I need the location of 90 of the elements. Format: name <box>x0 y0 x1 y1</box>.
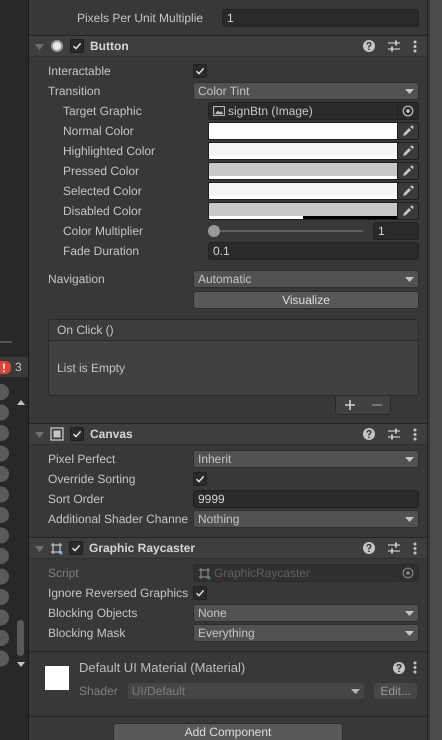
enable-checkbox[interactable] <box>70 427 84 441</box>
field-label: Selected Color <box>63 184 143 198</box>
component-header[interactable]: Canvas <box>29 424 427 445</box>
eyedropper-icon[interactable] <box>402 165 414 177</box>
help-icon[interactable] <box>363 40 375 52</box>
preset-icon[interactable] <box>387 40 401 52</box>
field-label: Pixels Per Unit Multiplie <box>77 11 204 25</box>
dropdown[interactable]: Nothing <box>193 510 419 528</box>
help-icon[interactable] <box>363 542 375 554</box>
empty-list-text: List is Empty <box>57 361 126 375</box>
object-field[interactable]: signBtn (Image) <box>208 102 419 120</box>
field-label: Additional Shader Channe <box>48 512 190 526</box>
image-icon <box>213 106 225 116</box>
component-header[interactable]: Button <box>29 36 427 57</box>
material-title: Default UI Material (Material) <box>79 660 246 675</box>
help-icon[interactable] <box>363 428 375 440</box>
color-field[interactable] <box>208 122 419 140</box>
field-label: Pixel Perfect <box>48 452 116 466</box>
dropdown[interactable]: Everything <box>193 624 419 642</box>
slider-thumb[interactable] <box>208 225 220 237</box>
field-label: Blocking Mask <box>48 626 126 640</box>
enable-checkbox[interactable] <box>70 39 84 53</box>
visualize-button[interactable]: Visualize <box>193 291 419 309</box>
shader-label: Shader <box>79 684 118 698</box>
field-label: Color Multiplier <box>63 224 144 238</box>
color-field[interactable] <box>208 182 419 200</box>
preset-icon[interactable] <box>387 542 401 554</box>
field-label: Script <box>48 566 80 580</box>
event-header: On Click () <box>48 319 419 341</box>
component-title: Canvas <box>90 427 134 441</box>
eyedropper-icon[interactable] <box>402 205 414 217</box>
field-label: Ignore Reversed Graphics <box>48 586 190 600</box>
raycaster-icon <box>50 542 63 554</box>
field-label: Override Sorting <box>48 472 136 486</box>
caret-icon <box>405 456 414 462</box>
raycaster-icon <box>198 566 211 580</box>
checkbox[interactable] <box>193 64 207 78</box>
help-icon[interactable] <box>393 662 405 674</box>
add-icon[interactable] <box>344 400 354 410</box>
eyedropper-icon[interactable] <box>402 185 414 197</box>
color-field[interactable] <box>208 202 419 220</box>
target-icon[interactable] <box>402 567 414 579</box>
eyedropper-icon[interactable] <box>402 145 414 157</box>
field-label: Blocking Objects <box>48 606 138 620</box>
caret-icon <box>351 688 360 694</box>
caret-icon <box>405 88 414 94</box>
error-count: 3 <box>15 360 22 374</box>
dropdown[interactable]: Inherit <box>193 450 419 468</box>
field-label: Transition <box>48 84 102 98</box>
input-field[interactable]: 1 <box>222 9 419 27</box>
caret-icon <box>405 276 414 282</box>
menu-icon[interactable] <box>413 40 417 52</box>
checkbox[interactable] <box>193 472 207 486</box>
field-label: Navigation <box>48 272 106 286</box>
component-header[interactable]: Graphic Raycaster <box>29 538 427 559</box>
input-field[interactable]: 0.1 <box>208 242 419 260</box>
eyedropper-icon[interactable] <box>402 125 414 137</box>
canvas-icon <box>50 427 64 441</box>
preset-icon[interactable] <box>387 428 401 440</box>
field-label: Sort Order <box>48 492 106 506</box>
input-field[interactable]: 1 <box>373 222 419 240</box>
dropdown[interactable]: Automatic <box>193 270 419 288</box>
checkbox[interactable] <box>193 586 207 600</box>
component-title: Button <box>90 39 130 53</box>
field-label: Fade Duration <box>63 244 140 258</box>
caret-icon <box>405 630 414 636</box>
target-icon[interactable] <box>402 105 414 117</box>
material-preview <box>45 666 69 690</box>
enable-checkbox[interactable] <box>69 541 83 555</box>
caret-icon <box>405 610 414 616</box>
dropdown[interactable]: None <box>193 604 419 622</box>
field-label: Interactable <box>48 64 112 78</box>
menu-icon[interactable] <box>413 661 417 674</box>
error-icon <box>0 360 11 374</box>
component-title: Graphic Raycaster <box>89 541 196 555</box>
color-field[interactable] <box>208 162 419 180</box>
menu-icon[interactable] <box>413 428 417 440</box>
caret-icon <box>405 516 414 522</box>
radio-icon <box>50 39 64 53</box>
field-label: Target Graphic <box>63 104 143 118</box>
field-label: Disabled Color <box>63 204 143 218</box>
field-label: Normal Color <box>63 124 135 138</box>
field-label: Pressed Color <box>63 164 140 178</box>
menu-icon[interactable] <box>413 542 417 554</box>
edit-button[interactable]: Edit... <box>374 683 417 699</box>
dropdown[interactable]: Color Tint <box>193 82 419 100</box>
field-label: Highlighted Color <box>63 144 156 158</box>
color-field[interactable] <box>208 142 419 160</box>
input-field[interactable]: 9999 <box>193 490 419 508</box>
add-component-button[interactable]: Add Component <box>113 723 343 740</box>
